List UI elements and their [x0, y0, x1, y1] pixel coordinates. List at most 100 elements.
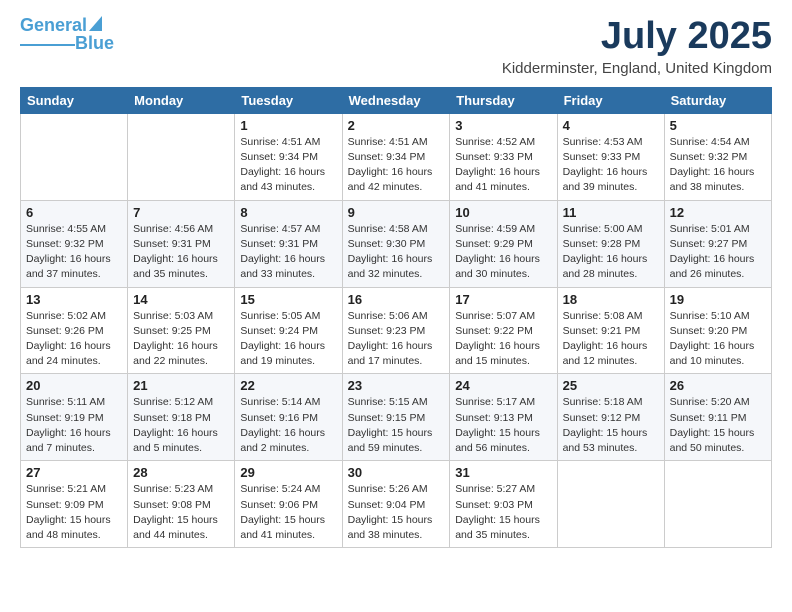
- day-number: 15: [240, 292, 336, 307]
- col-header-thursday: Thursday: [450, 87, 557, 113]
- calendar-cell: 26 Sunrise: 5:20 AMSunset: 9:11 PMDayligh…: [664, 374, 771, 461]
- calendar-cell: 11Sunrise: 5:00 AMSunset: 9:28 PMDayligh…: [557, 200, 664, 287]
- logo-blue: Blue: [75, 34, 114, 54]
- day-detail: Sunrise: 4:51 AMSunset: 9:34 PMDaylight:…: [240, 135, 336, 196]
- day-number: 22: [240, 378, 336, 393]
- day-detail: Sunrise: 5:21 AMSunset: 9:09 PMDaylight:…: [26, 482, 122, 543]
- day-detail: Sunrise: 4:59 AMSunset: 9:29 PMDaylight:…: [455, 222, 551, 283]
- col-header-wednesday: Wednesday: [342, 87, 450, 113]
- day-detail: Sunrise: 4:56 AMSunset: 9:31 PMDaylight:…: [133, 222, 229, 283]
- day-detail: Sunrise: 5:26 AMSunset: 9:04 PMDaylight:…: [348, 482, 445, 543]
- day-number: 14: [133, 292, 229, 307]
- logo-line: [20, 44, 75, 46]
- calendar-cell: 22 Sunrise: 5:14 AMSunset: 9:16 PMDayligh…: [235, 374, 342, 461]
- calendar-cell: 24 Sunrise: 5:17 AMSunset: 9:13 PMDayligh…: [450, 374, 557, 461]
- calendar-cell: [664, 461, 771, 548]
- col-header-sunday: Sunday: [21, 87, 128, 113]
- calendar-cell: 14 Sunrise: 5:03 AMSunset: 9:25 PMDayligh…: [128, 287, 235, 374]
- day-number: 17: [455, 292, 551, 307]
- calendar-cell: 29 Sunrise: 5:24 AMSunset: 9:06 PMDayligh…: [235, 461, 342, 548]
- day-number: 4: [563, 118, 659, 133]
- day-number: 25: [563, 378, 659, 393]
- day-detail: Sunrise: 4:52 AMSunset: 9:33 PMDaylight:…: [455, 135, 551, 196]
- day-number: 8: [240, 205, 336, 220]
- day-number: 2: [348, 118, 445, 133]
- col-header-saturday: Saturday: [664, 87, 771, 113]
- calendar-cell: 13Sunrise: 5:02 AMSunset: 9:26 PMDayligh…: [21, 287, 128, 374]
- day-number: 7: [133, 205, 229, 220]
- logo-general: General: [20, 15, 87, 35]
- day-detail: Sunrise: 5:18 AMSunset: 9:12 PMDaylight:…: [563, 395, 659, 456]
- day-detail: Sunrise: 5:17 AMSunset: 9:13 PMDaylight:…: [455, 395, 551, 456]
- calendar-header-row: Sunday Monday Tuesday Wednesday Thursday…: [21, 87, 772, 113]
- calendar-week-3: 13Sunrise: 5:02 AMSunset: 9:26 PMDayligh…: [21, 287, 772, 374]
- calendar-cell: 15Sunrise: 5:05 AMSunset: 9:24 PMDayligh…: [235, 287, 342, 374]
- calendar-week-2: 6 Sunrise: 4:55 AMSunset: 9:32 PMDaylight…: [21, 200, 772, 287]
- day-detail: Sunrise: 4:58 AMSunset: 9:30 PMDaylight:…: [348, 222, 445, 283]
- col-header-friday: Friday: [557, 87, 664, 113]
- day-detail: Sunrise: 5:15 AMSunset: 9:15 PMDaylight:…: [348, 395, 445, 456]
- calendar-cell: 16 Sunrise: 5:06 AMSunset: 9:23 PMDayligh…: [342, 287, 450, 374]
- day-number: 5: [670, 118, 766, 133]
- calendar-cell: 4 Sunrise: 4:53 AMSunset: 9:33 PMDaylight…: [557, 113, 664, 200]
- location: Kidderminster, England, United Kingdom: [502, 60, 772, 77]
- header: General Blue July 2025 Kidderminster, En…: [20, 16, 772, 77]
- day-number: 30: [348, 465, 445, 480]
- calendar-cell: 12 Sunrise: 5:01 AMSunset: 9:27 PMDayligh…: [664, 200, 771, 287]
- calendar: Sunday Monday Tuesday Wednesday Thursday…: [20, 87, 772, 548]
- day-detail: Sunrise: 4:54 AMSunset: 9:32 PMDaylight:…: [670, 135, 766, 196]
- calendar-cell: 19 Sunrise: 5:10 AMSunset: 9:20 PMDayligh…: [664, 287, 771, 374]
- calendar-cell: 6 Sunrise: 4:55 AMSunset: 9:32 PMDaylight…: [21, 200, 128, 287]
- day-number: 10: [455, 205, 551, 220]
- day-detail: Sunrise: 5:06 AMSunset: 9:23 PMDaylight:…: [348, 309, 445, 370]
- calendar-cell: 5 Sunrise: 4:54 AMSunset: 9:32 PMDaylight…: [664, 113, 771, 200]
- day-detail: Sunrise: 5:01 AMSunset: 9:27 PMDaylight:…: [670, 222, 766, 283]
- day-number: 16: [348, 292, 445, 307]
- calendar-cell: 23Sunrise: 5:15 AMSunset: 9:15 PMDayligh…: [342, 374, 450, 461]
- calendar-cell: 27Sunrise: 5:21 AMSunset: 9:09 PMDayligh…: [21, 461, 128, 548]
- calendar-cell: 30 Sunrise: 5:26 AMSunset: 9:04 PMDayligh…: [342, 461, 450, 548]
- day-number: 6: [26, 205, 122, 220]
- day-detail: Sunrise: 5:20 AMSunset: 9:11 PMDaylight:…: [670, 395, 766, 456]
- day-detail: Sunrise: 5:12 AMSunset: 9:18 PMDaylight:…: [133, 395, 229, 456]
- day-detail: Sunrise: 5:11 AMSunset: 9:19 PMDaylight:…: [26, 395, 122, 456]
- day-detail: Sunrise: 5:00 AMSunset: 9:28 PMDaylight:…: [563, 222, 659, 283]
- day-number: 28: [133, 465, 229, 480]
- calendar-cell: 1 Sunrise: 4:51 AMSunset: 9:34 PMDaylight…: [235, 113, 342, 200]
- day-detail: Sunrise: 5:14 AMSunset: 9:16 PMDaylight:…: [240, 395, 336, 456]
- day-detail: Sunrise: 4:53 AMSunset: 9:33 PMDaylight:…: [563, 135, 659, 196]
- day-detail: Sunrise: 4:51 AMSunset: 9:34 PMDaylight:…: [348, 135, 445, 196]
- day-number: 29: [240, 465, 336, 480]
- day-number: 24: [455, 378, 551, 393]
- day-detail: Sunrise: 5:23 AMSunset: 9:08 PMDaylight:…: [133, 482, 229, 543]
- day-detail: Sunrise: 4:55 AMSunset: 9:32 PMDaylight:…: [26, 222, 122, 283]
- day-detail: Sunrise: 5:03 AMSunset: 9:25 PMDaylight:…: [133, 309, 229, 370]
- day-number: 20: [26, 378, 122, 393]
- day-detail: Sunrise: 4:57 AMSunset: 9:31 PMDaylight:…: [240, 222, 336, 283]
- col-header-tuesday: Tuesday: [235, 87, 342, 113]
- day-number: 26: [670, 378, 766, 393]
- month-title: July 2025: [502, 16, 772, 58]
- calendar-cell: [128, 113, 235, 200]
- day-detail: Sunrise: 5:10 AMSunset: 9:20 PMDaylight:…: [670, 309, 766, 370]
- page: General Blue July 2025 Kidderminster, En…: [0, 0, 792, 612]
- day-detail: Sunrise: 5:24 AMSunset: 9:06 PMDaylight:…: [240, 482, 336, 543]
- calendar-cell: [557, 461, 664, 548]
- calendar-cell: 8 Sunrise: 4:57 AMSunset: 9:31 PMDaylight…: [235, 200, 342, 287]
- calendar-cell: [21, 113, 128, 200]
- calendar-cell: 7 Sunrise: 4:56 AMSunset: 9:31 PMDaylight…: [128, 200, 235, 287]
- calendar-cell: 31Sunrise: 5:27 AMSunset: 9:03 PMDayligh…: [450, 461, 557, 548]
- day-number: 3: [455, 118, 551, 133]
- day-number: 1: [240, 118, 336, 133]
- calendar-cell: 9Sunrise: 4:58 AMSunset: 9:30 PMDaylight…: [342, 200, 450, 287]
- day-detail: Sunrise: 5:07 AMSunset: 9:22 PMDaylight:…: [455, 309, 551, 370]
- day-number: 19: [670, 292, 766, 307]
- calendar-cell: 25 Sunrise: 5:18 AMSunset: 9:12 PMDayligh…: [557, 374, 664, 461]
- calendar-cell: 17 Sunrise: 5:07 AMSunset: 9:22 PMDayligh…: [450, 287, 557, 374]
- col-header-monday: Monday: [128, 87, 235, 113]
- title-block: July 2025 Kidderminster, England, United…: [502, 16, 772, 77]
- day-number: 18: [563, 292, 659, 307]
- calendar-cell: 21Sunrise: 5:12 AMSunset: 9:18 PMDayligh…: [128, 374, 235, 461]
- day-number: 31: [455, 465, 551, 480]
- day-number: 12: [670, 205, 766, 220]
